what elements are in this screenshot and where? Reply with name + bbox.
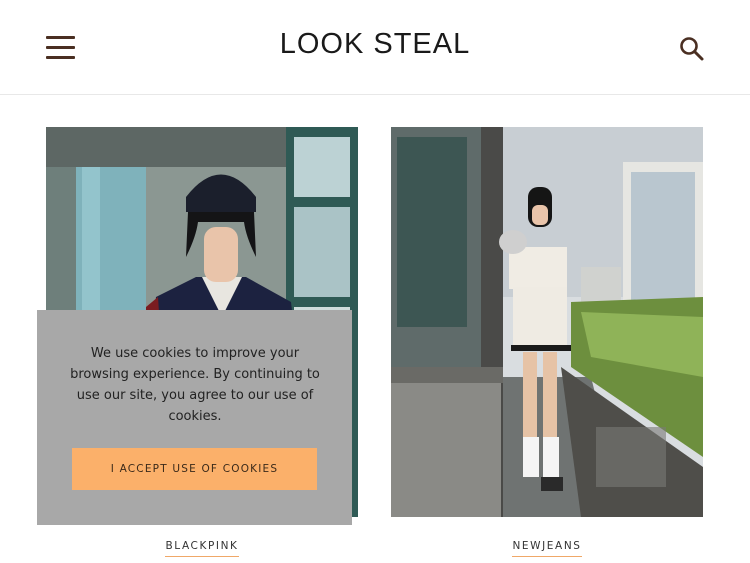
caption-wrap: NEWJEANS: [391, 536, 703, 557]
artist-photo[interactable]: [391, 127, 703, 517]
cookie-consent-banner: We use cookies to improve your browsing …: [37, 310, 352, 525]
caption-wrap: BLACKPINK: [46, 536, 358, 557]
artist-caption-link[interactable]: NEWJEANS: [512, 540, 582, 557]
site-header: LOOK STEAL: [0, 0, 750, 95]
site-logo[interactable]: LOOK STEAL: [0, 28, 750, 61]
artist-card-newjeans[interactable]: NEWJEANS: [391, 127, 703, 557]
accept-cookies-button[interactable]: I ACCEPT USE OF COOKIES: [72, 448, 317, 490]
search-icon[interactable]: [678, 35, 706, 63]
cookie-message: We use cookies to improve your browsing …: [70, 346, 320, 424]
artist-caption-link[interactable]: BLACKPINK: [165, 540, 239, 557]
